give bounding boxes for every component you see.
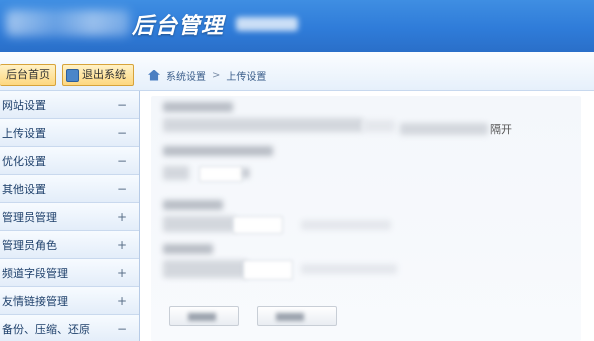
sidebar-item-backup[interactable]: 备份、压缩、还原 − bbox=[0, 315, 139, 341]
breadcrumb-separator: > bbox=[212, 69, 221, 81]
sidebar-item-upload-settings[interactable]: 上传设置 − bbox=[0, 119, 139, 147]
site-logo bbox=[6, 10, 130, 36]
header-subtitle bbox=[236, 17, 298, 31]
collapse-icon[interactable]: − bbox=[117, 322, 127, 336]
sidebar-item-label: 其他设置 bbox=[2, 182, 46, 196]
sidebar-item-label: 优化设置 bbox=[2, 154, 46, 168]
form-hint bbox=[301, 264, 397, 274]
sidebar-item-label: 管理员角色 bbox=[2, 238, 57, 252]
form-unit bbox=[243, 168, 249, 178]
sidebar-item-admin-management[interactable]: 管理员管理 + bbox=[0, 203, 139, 231]
form-label bbox=[163, 102, 233, 112]
form-input[interactable] bbox=[243, 260, 293, 280]
expand-icon[interactable]: + bbox=[117, 294, 127, 308]
breadcrumb-root[interactable]: 系统设置 bbox=[166, 68, 206, 83]
form-field[interactable] bbox=[163, 118, 363, 132]
sidebar-item-channel-fields[interactable]: 频道字段管理 + bbox=[0, 259, 139, 287]
form-field[interactable] bbox=[163, 260, 247, 278]
form-label bbox=[163, 200, 223, 210]
expand-icon[interactable]: + bbox=[117, 210, 127, 224]
breadcrumb-current: 上传设置 bbox=[226, 71, 267, 83]
sidebar-item-label: 友情链接管理 bbox=[2, 294, 68, 308]
separator-hint-prefix bbox=[400, 123, 488, 135]
sidebar-item-label: 备份、压缩、还原 bbox=[2, 322, 90, 336]
home-button-label: 后台首页 bbox=[6, 68, 50, 81]
form-hint bbox=[301, 220, 391, 230]
form-label bbox=[163, 244, 213, 254]
logout-button-label: 退出系统 bbox=[82, 68, 126, 81]
sidebar-item-site-settings[interactable]: 网站设置 − bbox=[0, 91, 139, 119]
sidebar-item-label: 管理员管理 bbox=[2, 210, 57, 224]
top-toolbar: 后台首页 退出系统 系统设置 > 上传设置 bbox=[0, 52, 594, 91]
sidebar-item-admin-roles[interactable]: 管理员角色 + bbox=[0, 231, 139, 259]
save-button[interactable] bbox=[169, 306, 239, 326]
form-field[interactable] bbox=[163, 166, 189, 180]
sidebar-item-other-settings[interactable]: 其他设置 − bbox=[0, 175, 139, 203]
breadcrumb: 系统设置 > 上传设置 bbox=[148, 64, 266, 86]
home-button[interactable]: 后台首页 bbox=[0, 64, 56, 86]
collapse-icon[interactable]: − bbox=[117, 126, 127, 140]
collapse-icon[interactable]: − bbox=[117, 182, 127, 196]
form-field[interactable] bbox=[363, 120, 395, 132]
sidebar-item-friend-links[interactable]: 友情链接管理 + bbox=[0, 287, 139, 315]
reset-button[interactable] bbox=[257, 306, 337, 326]
expand-icon[interactable]: + bbox=[117, 238, 127, 252]
logout-button[interactable]: 退出系统 bbox=[62, 64, 134, 86]
settings-form bbox=[151, 96, 581, 341]
collapse-icon[interactable]: − bbox=[117, 98, 127, 112]
sidebar-item-optimize-settings[interactable]: 优化设置 − bbox=[0, 147, 139, 175]
form-input[interactable] bbox=[233, 216, 283, 234]
home-icon bbox=[148, 69, 160, 81]
logout-icon bbox=[66, 68, 79, 82]
sidebar-item-label: 频道字段管理 bbox=[2, 266, 68, 280]
page-title: 后台管理 bbox=[132, 14, 225, 39]
form-label bbox=[163, 146, 273, 156]
main-content bbox=[141, 91, 594, 341]
form-input[interactable] bbox=[199, 166, 243, 182]
save-button-label bbox=[188, 313, 216, 321]
sidebar-item-label: 上传设置 bbox=[2, 126, 46, 140]
sidebar-item-label: 网站设置 bbox=[2, 98, 46, 112]
form-field[interactable] bbox=[163, 216, 235, 232]
admin-page: 后台管理 后台首页 退出系统 系统设置 > 上传设置 网站设置 − 上传设置 − bbox=[0, 0, 594, 341]
collapse-icon[interactable]: − bbox=[117, 154, 127, 168]
sidebar: 网站设置 − 上传设置 − 优化设置 − 其他设置 − 管理员管理 + 管理员角… bbox=[0, 91, 140, 341]
reset-button-label bbox=[276, 313, 304, 321]
header-banner: 后台管理 bbox=[0, 0, 594, 52]
separator-hint: 隔开 bbox=[490, 123, 512, 136]
expand-icon[interactable]: + bbox=[117, 266, 127, 280]
